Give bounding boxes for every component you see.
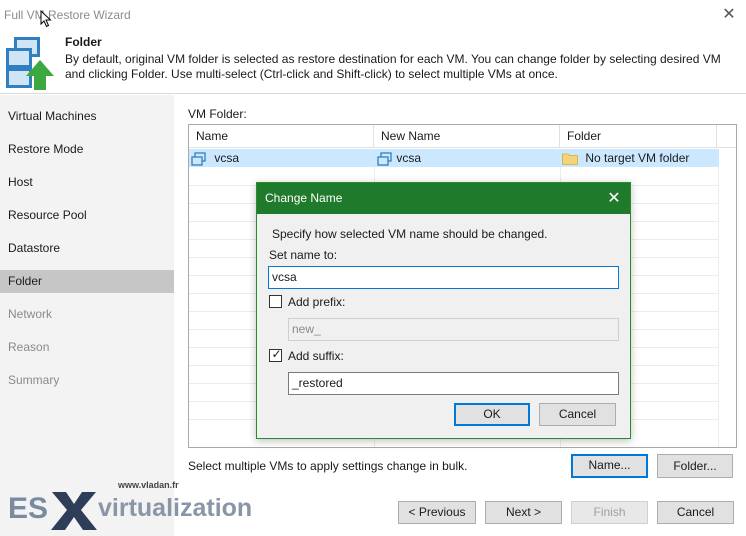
mouse-cursor-icon — [40, 10, 52, 28]
column-header-name[interactable]: Name — [189, 125, 374, 148]
sidebar-item-folder[interactable]: Folder — [0, 270, 174, 293]
window-title: Full VM Restore Wizard — [4, 8, 131, 22]
sidebar-item-label: Restore Mode — [8, 142, 84, 156]
row-folder-text: No target VM folder — [585, 151, 690, 165]
add-prefix-checkbox[interactable] — [269, 295, 282, 308]
dialog-close-icon[interactable]: ✕ — [604, 183, 624, 214]
set-name-label: Set name to: — [269, 248, 338, 262]
add-suffix-checkbox[interactable]: ✓ — [269, 347, 282, 362]
restore-vm-icon — [6, 37, 54, 90]
vm-icon — [191, 152, 206, 166]
sidebar-item-label: Folder — [8, 274, 43, 288]
sidebar-item-label: Host — [8, 175, 33, 189]
page-description: By default, original VM folder is select… — [65, 52, 721, 81]
sidebar-item-label: Datastore — [8, 241, 61, 255]
esxvirtualization-watermark-logo: www.vladan.fr ES virtualization — [8, 480, 252, 530]
row-new-name-text: vcsa — [396, 151, 422, 165]
sidebar-item-resource-pool[interactable]: Resource Pool — [0, 204, 174, 227]
sidebar-item-network: Network — [0, 303, 174, 326]
page-title: Folder — [65, 35, 102, 49]
bulk-hint-text: Select multiple VMs to apply settings ch… — [188, 459, 468, 473]
cancel-button[interactable]: Cancel — [657, 501, 734, 524]
prefix-input[interactable]: new_ — [288, 318, 619, 341]
sidebar-item-summary: Summary — [0, 369, 174, 392]
name-button[interactable]: Name... — [571, 454, 648, 478]
close-icon[interactable]: ✕ — [718, 4, 740, 26]
table-header: Name New Name Folder — [189, 125, 736, 148]
dialog-instruction: Specify how selected VM name should be c… — [272, 227, 548, 241]
title-bar: Full VM Restore Wizard ✕ — [0, 0, 746, 30]
sidebar-item-label: Summary — [8, 373, 60, 387]
sidebar-item-reason: Reason — [0, 336, 174, 359]
sidebar-item-label: Virtual Machines — [8, 109, 97, 123]
suffix-input[interactable]: _restored — [288, 372, 619, 395]
sidebar-item-restore-mode[interactable]: Restore Mode — [0, 138, 174, 161]
svg-text:virtualization: virtualization — [98, 494, 252, 522]
svg-text:ES: ES — [8, 492, 48, 525]
vm-icon — [377, 152, 392, 166]
ok-button[interactable]: OK — [454, 403, 530, 426]
add-suffix-label: Add suffix: — [288, 349, 344, 363]
folder-button[interactable]: Folder... — [657, 454, 733, 478]
sidebar-item-label: Reason — [8, 340, 50, 354]
cell-folder: No target VM folder — [562, 149, 689, 167]
add-prefix-label: Add prefix: — [288, 295, 346, 309]
column-header-new-name[interactable]: New Name — [374, 125, 560, 148]
folder-icon — [562, 153, 578, 166]
cell-name: vcsa — [191, 149, 239, 167]
checkmark-icon: ✓ — [271, 347, 282, 361]
wizard-header: Folder By default, original VM folder is… — [0, 30, 746, 94]
change-name-dialog: Change Name ✕ Specify how selected VM na… — [256, 182, 631, 439]
next-button[interactable]: Next > — [485, 501, 562, 524]
column-divider — [718, 149, 719, 447]
row-name-text: vcsa — [214, 151, 240, 165]
finish-button: Finish — [571, 501, 648, 524]
sidebar-item-virtual-machines[interactable]: Virtual Machines — [0, 105, 174, 128]
dialog-cancel-button[interactable]: Cancel — [539, 403, 616, 426]
set-name-input[interactable]: vcsa — [268, 266, 619, 289]
svg-text:www.vladan.fr: www.vladan.fr — [117, 480, 179, 490]
wizard-steps-sidebar: Virtual Machines Restore Mode Host Resou… — [0, 95, 174, 536]
table-row[interactable]: vcsa vcsa No target VM folder — [189, 149, 719, 167]
cell-new-name: vcsa — [377, 149, 421, 167]
previous-button[interactable]: < Previous — [398, 501, 476, 524]
column-header-folder[interactable]: Folder — [560, 125, 717, 148]
dialog-title-bar: Change Name ✕ — [257, 183, 630, 214]
sidebar-item-label: Network — [8, 307, 53, 321]
dialog-title: Change Name — [265, 191, 343, 205]
sidebar-item-host[interactable]: Host — [0, 171, 174, 194]
sidebar-item-label: Resource Pool — [8, 208, 87, 222]
sidebar-item-datastore[interactable]: Datastore — [0, 237, 174, 260]
vm-folder-label: VM Folder: — [188, 107, 247, 121]
